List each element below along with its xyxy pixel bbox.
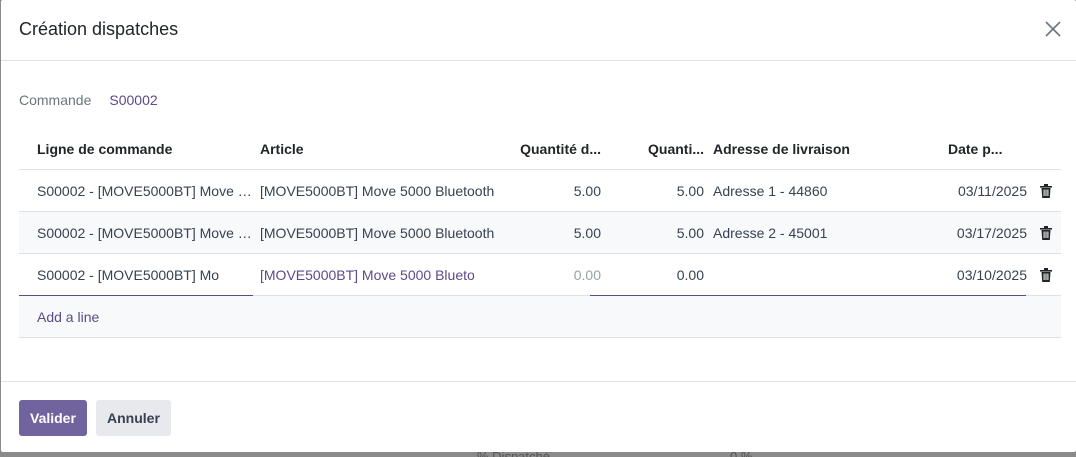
trash-icon xyxy=(1040,267,1052,282)
address-cell[interactable]: Adresse 2 - 45001 xyxy=(704,225,938,241)
column-header-article[interactable]: Article xyxy=(259,141,497,157)
order-field-label: Commande xyxy=(19,92,92,108)
article-cell[interactable]: [MOVE5000BT] Move 5000 Bluetooth xyxy=(259,183,497,199)
address-cell[interactable]: Adresse 1 - 44860 xyxy=(704,183,938,199)
add-line-link[interactable]: Add a line xyxy=(19,309,99,325)
trash-icon xyxy=(1040,225,1052,240)
qty-input[interactable]: 0.00 xyxy=(601,267,704,283)
order-field-value[interactable]: S00002 xyxy=(109,92,157,108)
delete-row-button[interactable] xyxy=(1031,225,1061,240)
order-line-cell[interactable]: S00002 - [MOVE5000BT] Move 5000 Bluetoot… xyxy=(19,183,259,199)
column-header-order-line[interactable]: Ligne de commande xyxy=(19,141,259,157)
table-row[interactable]: S00002 - [MOVE5000BT] Move 5000 Bluetoot… xyxy=(19,170,1061,212)
article-input[interactable]: [MOVE5000BT] Move 5000 Blueto xyxy=(259,267,497,283)
cancel-button[interactable]: Annuler xyxy=(96,400,171,436)
order-line-cell[interactable]: S00002 - [MOVE5000BT] Move 5000 Bluetoot… xyxy=(19,225,259,241)
column-header-qty-ordered[interactable]: Quantité d... xyxy=(497,141,601,157)
column-header-address[interactable]: Adresse de livraison xyxy=(704,141,938,157)
input-underline xyxy=(590,295,1026,296)
close-button[interactable] xyxy=(1042,18,1064,40)
table-row[interactable]: S00002 - [MOVE5000BT] Move 5000 Bluetoot… xyxy=(19,212,1061,254)
input-underline xyxy=(19,295,253,296)
date-input[interactable]: 03/10/2025 xyxy=(938,267,1031,283)
article-cell[interactable]: [MOVE5000BT] Move 5000 Bluetooth xyxy=(259,225,497,241)
date-cell[interactable]: 03/17/2025 xyxy=(938,225,1031,241)
dispatch-creation-dialog: Création dispatches Commande S00002 Lign… xyxy=(1,0,1076,452)
trash-icon xyxy=(1040,183,1052,198)
delete-row-button[interactable] xyxy=(1031,183,1061,198)
modal-title: Création dispatches xyxy=(19,19,179,39)
qty-ordered-cell[interactable]: 5.00 xyxy=(497,225,601,241)
qty-ordered-cell[interactable]: 5.00 xyxy=(497,183,601,199)
modal-header: Création dispatches xyxy=(1,0,1076,61)
close-icon xyxy=(1045,21,1061,37)
column-header-date[interactable]: Date p... xyxy=(938,141,1031,157)
add-line-row: Add a line xyxy=(19,296,1061,338)
qty-ordered-input[interactable]: 0.00 xyxy=(497,267,601,283)
qty-cell[interactable]: 5.00 xyxy=(601,183,704,199)
table-row-editing[interactable]: S00002 - [MOVE5000BT] Mo [MOVE5000BT] Mo… xyxy=(19,254,1061,296)
dispatch-lines-table: Ligne de commande Article Quantité d... … xyxy=(19,128,1061,338)
table-header: Ligne de commande Article Quantité d... … xyxy=(19,128,1061,170)
date-cell[interactable]: 03/11/2025 xyxy=(938,183,1031,199)
validate-button[interactable]: Valider xyxy=(19,400,87,436)
column-header-qty[interactable]: Quanti... xyxy=(601,141,704,157)
qty-cell[interactable]: 5.00 xyxy=(601,225,704,241)
order-line-input[interactable]: S00002 - [MOVE5000BT] Mo xyxy=(19,267,259,283)
modal-footer: Valider Annuler xyxy=(1,381,1076,452)
order-field: Commande S00002 xyxy=(19,92,158,108)
delete-row-button[interactable] xyxy=(1031,267,1061,282)
